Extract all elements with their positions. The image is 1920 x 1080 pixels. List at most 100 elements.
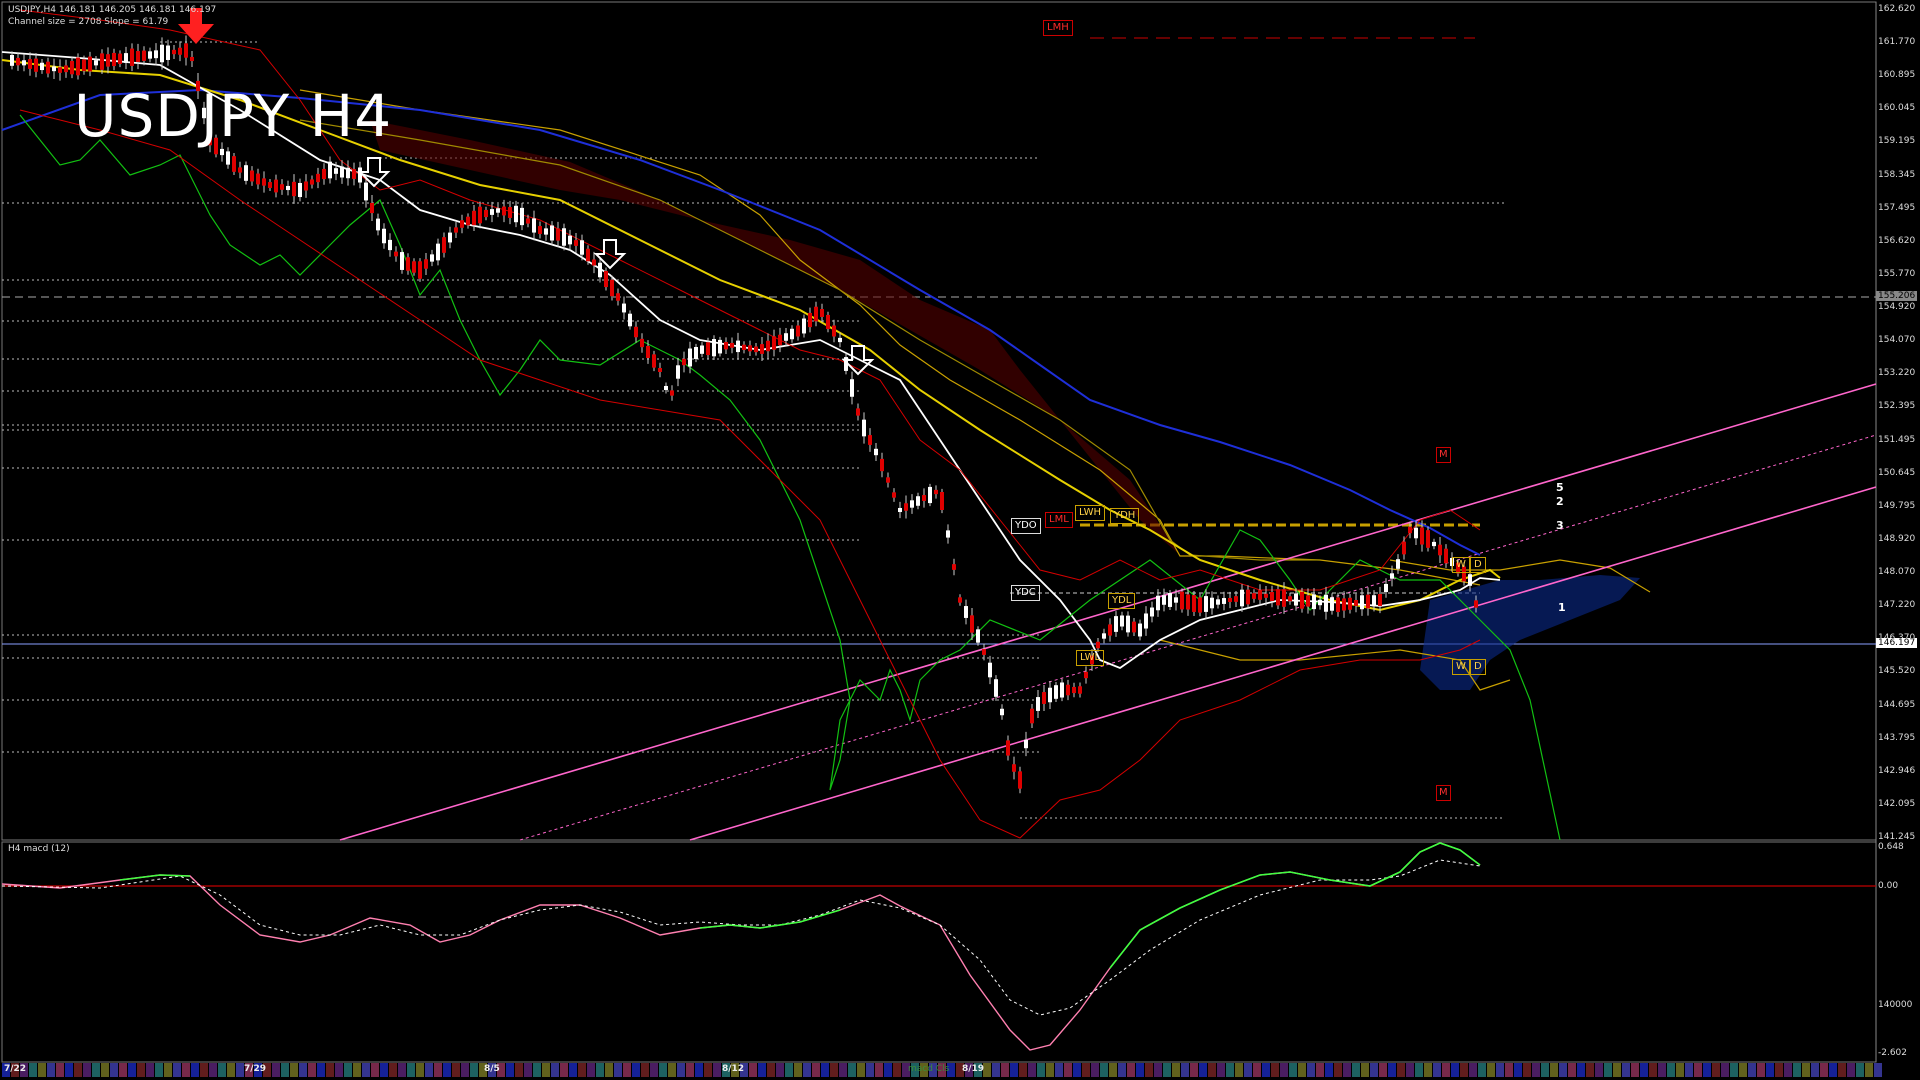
channel-info: Channel size = 2708 Slope = 61.79: [8, 17, 169, 27]
candle-body: [124, 53, 128, 63]
time-strip-cell: [1298, 1063, 1306, 1077]
time-strip-cell: [1181, 1063, 1189, 1077]
candle-body: [712, 339, 716, 357]
price-axis-label: 141.245: [1878, 832, 1916, 842]
time-strip-cell: [641, 1063, 649, 1077]
time-strip-cell: [884, 1063, 892, 1077]
time-strip-cell: [1658, 1063, 1666, 1077]
candle-body: [940, 492, 944, 510]
chart-canvas[interactable]: [0, 0, 1920, 1080]
candle-body: [760, 344, 764, 354]
candle-body: [322, 168, 326, 180]
time-strip-cell: [1541, 1063, 1549, 1077]
candle-body: [1414, 527, 1418, 539]
time-strip-cell: [191, 1063, 199, 1077]
candle-body: [640, 338, 644, 348]
candle-body: [904, 503, 908, 511]
time-strip-cell: [1604, 1063, 1612, 1077]
candle-body: [964, 606, 968, 618]
time-strip-cell: [1514, 1063, 1522, 1077]
price-axis-label: 157.495: [1878, 202, 1916, 213]
candle-body: [790, 328, 794, 340]
candle-body: [1330, 597, 1334, 611]
time-strip-cell: [452, 1063, 460, 1077]
candle-body: [1222, 598, 1226, 604]
candle-body: [526, 218, 530, 224]
candle-body: [448, 232, 452, 243]
candle-body: [352, 169, 356, 179]
time-strip-cell: [29, 1063, 37, 1077]
candle-body: [1192, 595, 1196, 612]
time-strip-cell: [353, 1063, 361, 1077]
candle-body: [880, 458, 884, 472]
candle-body: [1048, 687, 1052, 703]
candle-body: [16, 57, 20, 66]
time-strip-cell: [596, 1063, 604, 1077]
candle-body: [934, 489, 938, 495]
macd-axis-volume: 140000: [1878, 1000, 1913, 1010]
candle-body: [778, 334, 782, 346]
candle-body: [1186, 594, 1190, 610]
candle-body: [1096, 641, 1100, 649]
time-strip-cell: [1874, 1063, 1882, 1077]
time-strip-cell: [650, 1063, 658, 1077]
time-strip-cell: [1406, 1063, 1414, 1077]
time-strip-cell: [146, 1063, 154, 1077]
lmh-box: LMH: [1043, 20, 1073, 36]
time-strip-cell: [236, 1063, 244, 1077]
candle-body: [82, 59, 86, 72]
candle-body: [190, 56, 194, 62]
time-strip-cell: [56, 1063, 64, 1077]
time-strip-cell: [848, 1063, 856, 1077]
candle-body: [1108, 624, 1112, 636]
time-strip-cell: [1217, 1063, 1225, 1077]
time-strip-cell: [839, 1063, 847, 1077]
candle-body: [304, 181, 308, 191]
time-strip-cell: [1244, 1063, 1252, 1077]
price-axis-label: 142.946: [1878, 765, 1916, 776]
date-label: 7/22: [4, 1064, 27, 1074]
time-strip-cell: [1451, 1063, 1459, 1077]
time-strip-cell: [1118, 1063, 1126, 1077]
time-strip-cell: [866, 1063, 874, 1077]
macd-green-segment: [1109, 842, 1481, 969]
candle-body: [388, 239, 392, 251]
time-strip-cell: [1532, 1063, 1540, 1077]
candle-body: [400, 252, 404, 270]
time-strip-cell: [821, 1063, 829, 1077]
candle-body: [514, 205, 518, 223]
candle-body: [994, 679, 998, 697]
channel-number: 1: [1558, 601, 1566, 614]
candle-body: [988, 662, 992, 678]
time-strip-cell: [1811, 1063, 1819, 1077]
time-strip-cell: [1136, 1063, 1144, 1077]
time-strip-cell: [470, 1063, 478, 1077]
time-strip-cell: [569, 1063, 577, 1077]
candle-body: [1078, 686, 1082, 694]
candle-body: [292, 181, 296, 197]
price-axis-label: 151.495: [1878, 434, 1916, 445]
candle-body: [52, 66, 56, 72]
candle-body: [88, 56, 92, 72]
candle-body: [826, 314, 830, 330]
time-strip-cell: [893, 1063, 901, 1077]
time-strip-cell: [1595, 1063, 1603, 1077]
time-strip-cell: [101, 1063, 109, 1077]
channel-lower: [689, 486, 1877, 841]
candle-body: [286, 185, 290, 191]
time-strip-cell: [434, 1063, 442, 1077]
time-strip-cell: [785, 1063, 793, 1077]
candle-body: [586, 248, 590, 262]
time-strip-cell: [344, 1063, 352, 1077]
price-axis-label: 148.070: [1878, 567, 1916, 578]
candle-body: [898, 507, 902, 513]
candle-body: [1132, 621, 1136, 633]
time-strip-cell: [380, 1063, 388, 1077]
candle-body: [766, 340, 770, 352]
price-axis-label: 154.920: [1878, 302, 1916, 313]
candle-body: [1228, 597, 1232, 603]
time-strip-cell: [1793, 1063, 1801, 1077]
time-strip-cell: [767, 1063, 775, 1077]
time-strip-cell: [110, 1063, 118, 1077]
time-strip-cell: [1478, 1063, 1486, 1077]
